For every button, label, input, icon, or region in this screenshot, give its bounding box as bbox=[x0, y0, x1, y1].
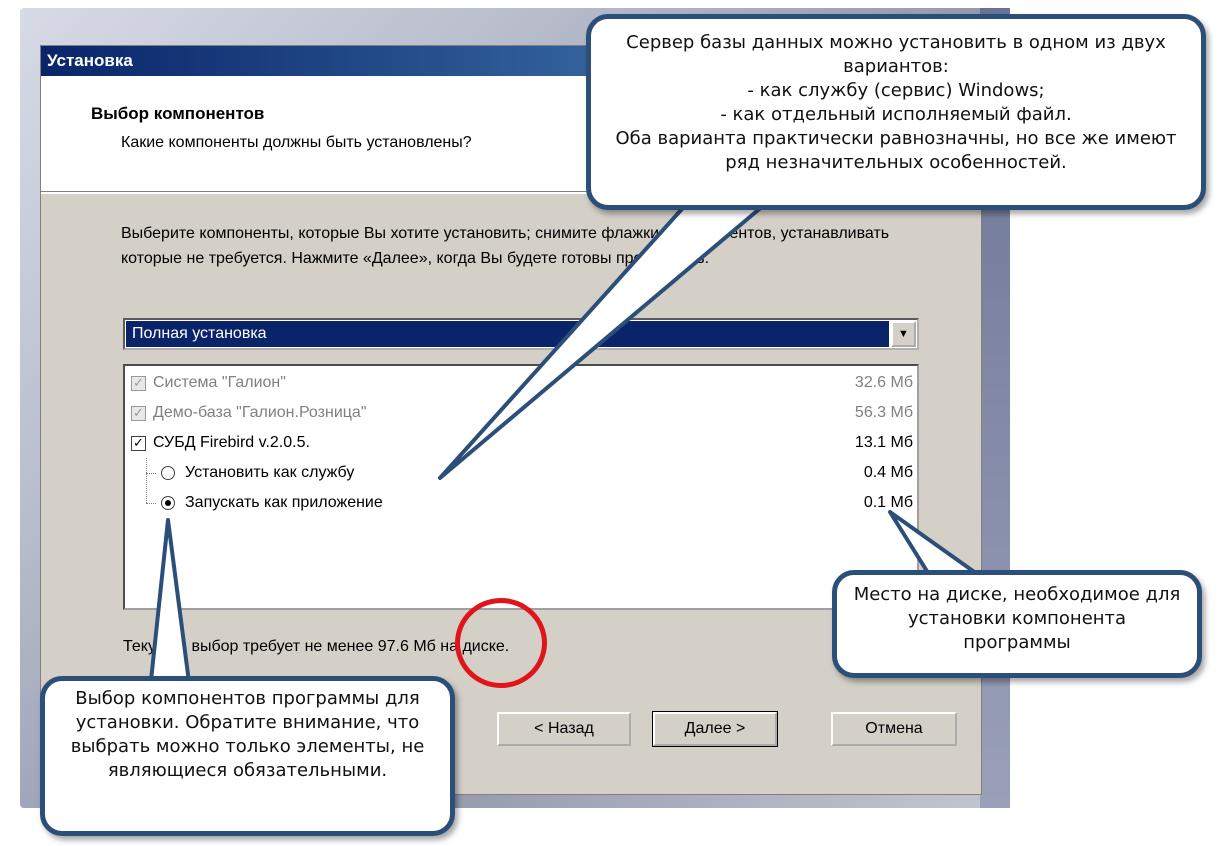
callout-disk-tail bbox=[888, 510, 982, 578]
callout-server-tail bbox=[438, 198, 772, 480]
callout-select-tail bbox=[148, 518, 192, 692]
callout-select: Выбор компонентов программы для установк… bbox=[40, 676, 455, 836]
callout-disk: Место на диске, необходимое для установк… bbox=[832, 570, 1202, 678]
callout-server: Сервер базы данных можно установить в од… bbox=[586, 14, 1206, 210]
